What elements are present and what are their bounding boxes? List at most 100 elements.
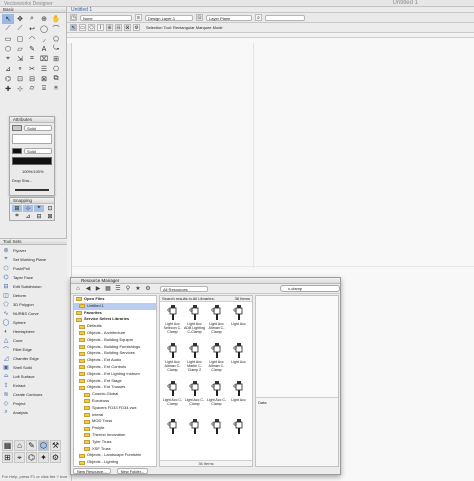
- resource-item[interactable]: Light Acc: [228, 342, 249, 379]
- tool-set-tab-icon[interactable]: ⬡: [38, 440, 49, 451]
- snap-icon[interactable]: ⊿: [23, 213, 33, 220]
- gear-icon[interactable]: ⚙: [144, 285, 152, 292]
- tool-set-item[interactable]: ⬡ Push/Pull: [2, 264, 65, 273]
- resource-item[interactable]: Light Acc Altman C-Clamp: [206, 304, 227, 341]
- basic-tool-icon[interactable]: ↩: [26, 24, 38, 34]
- basic-tool-icon[interactable]: ⌒: [50, 24, 62, 34]
- drop-shadow-label[interactable]: Drop Sha...: [12, 178, 32, 183]
- basic-tool-icon[interactable]: ⬡: [2, 44, 14, 54]
- layer-icon[interactable]: ≡: [135, 14, 142, 21]
- tree-item[interactable]: Prolyte: [74, 425, 156, 432]
- basic-tool-icon[interactable]: ⊠: [38, 74, 50, 84]
- basic-tool-icon[interactable]: ✥: [14, 14, 26, 24]
- grid-view-icon[interactable]: ▦: [104, 285, 112, 292]
- tree-item[interactable]: Objects - Building Furnishings: [74, 344, 156, 351]
- basic-tool-icon[interactable]: ⊡: [14, 74, 26, 84]
- list-view-icon[interactable]: ☰: [114, 285, 122, 292]
- tree-item[interactable]: Objects - Landscape Furnishin: [74, 452, 156, 459]
- resource-item[interactable]: Light Acc Altman C-Clamp: [162, 342, 183, 379]
- tree-item[interactable]: Service Select Libraries: [74, 316, 156, 323]
- resource-item[interactable]: Light Acc Selecon C-Clamp: [162, 304, 183, 341]
- mode-4-icon[interactable]: ⌇: [97, 24, 104, 31]
- fill-style-select[interactable]: Solid: [24, 124, 52, 131]
- basic-tool-icon[interactable]: ⚬: [14, 64, 26, 74]
- snap-icon[interactable]: ⊡: [45, 205, 55, 212]
- tree-item[interactable]: Eurotruss: [74, 398, 156, 405]
- snap-icon[interactable]: ⊠: [45, 213, 55, 220]
- basic-tool-icon[interactable]: ⊹: [14, 84, 26, 94]
- tool-set-tab-icon[interactable]: ⚙: [50, 452, 61, 463]
- tool-set-tab-icon[interactable]: ✦: [38, 452, 49, 463]
- tree-item[interactable]: MOD Truss: [74, 418, 156, 425]
- tool-set-item[interactable]: ◐ Hemisphere: [2, 327, 65, 336]
- selection-mode-icon[interactable]: ↖: [70, 24, 77, 31]
- tool-set-item[interactable]: ◿ Chamfer Edge: [2, 354, 65, 363]
- plane-select[interactable]: Layer Plane: [206, 14, 252, 21]
- tree-item[interactable]: Open Files: [74, 296, 156, 303]
- basic-tool-icon[interactable]: ⧉: [50, 74, 62, 84]
- forward-icon[interactable]: ▶: [94, 285, 102, 292]
- tool-set-item[interactable]: ⌖ Set Working Plane: [2, 255, 65, 264]
- fill-swatch[interactable]: [12, 124, 22, 131]
- tree-item[interactable]: Objects - Lighting: [74, 459, 156, 466]
- mode-7-icon[interactable]: ⊠: [124, 24, 131, 31]
- basic-tool-icon[interactable]: ↖: [2, 14, 14, 24]
- basic-tool-icon[interactable]: ☰: [38, 64, 50, 74]
- tool-set-tab-icon[interactable]: ⌖: [14, 452, 25, 463]
- tree-item[interactable]: Favorites: [74, 310, 156, 317]
- snap-icon[interactable]: ⌗: [12, 213, 22, 220]
- tool-set-tab-icon[interactable]: ▦: [2, 440, 13, 451]
- basic-tool-icon[interactable]: A: [38, 44, 50, 54]
- snap-icon[interactable]: ⊟: [34, 213, 44, 220]
- mode-5-icon[interactable]: ⊞: [106, 24, 113, 31]
- resource-item[interactable]: [206, 418, 227, 455]
- layer-select[interactable]: Design Layer-1: [145, 14, 193, 21]
- tool-set-item[interactable]: ◯ Sphere: [2, 318, 65, 327]
- tree-item[interactable]: Untitled 1: [74, 302, 156, 310]
- basic-tool-icon[interactable]: ⌕: [26, 14, 38, 24]
- new-folder-button[interactable]: New Folder...: [116, 468, 149, 474]
- tree-item[interactable]: Spacers FD33 FD34.vwx: [74, 405, 156, 412]
- home-icon[interactable]: ⌂: [74, 285, 82, 292]
- basic-tool-icon[interactable]: ◞: [38, 34, 50, 44]
- basic-tool-icon[interactable]: ⌖: [2, 54, 14, 64]
- basic-tool-icon[interactable]: ⟋: [2, 24, 14, 34]
- basic-tool-icon[interactable]: ⤿: [50, 44, 62, 54]
- basic-tool-icon[interactable]: ✋: [50, 14, 62, 24]
- basic-tool-icon[interactable]: ⍟: [50, 84, 62, 94]
- pen-swatch[interactable]: [12, 147, 22, 154]
- basic-tool-icon[interactable]: ⇲: [14, 54, 26, 64]
- snap-icon[interactable]: ⌖: [34, 205, 44, 212]
- snap-icon[interactable]: ⊹: [23, 205, 33, 212]
- tool-set-item[interactable]: ◇ Project: [2, 399, 65, 408]
- basic-tool-icon[interactable]: ⎔: [50, 64, 62, 74]
- resource-type-select[interactable]: All Resources: [160, 285, 208, 292]
- back-icon[interactable]: ◀: [84, 285, 92, 292]
- tree-item[interactable]: Interal: [74, 412, 156, 419]
- basic-tool-icon[interactable]: ✂: [26, 64, 38, 74]
- mode-2-icon[interactable]: ▭: [79, 24, 86, 31]
- tool-set-tab-icon[interactable]: ⚒: [50, 440, 61, 451]
- star-icon[interactable]: ★: [134, 285, 142, 292]
- tool-set-item[interactable]: ⌕ Analysis: [2, 408, 65, 417]
- tree-item[interactable]: Objects - Building Services: [74, 350, 156, 357]
- basic-tool-icon[interactable]: ▭: [2, 34, 14, 44]
- basic-tool-icon[interactable]: ⬠: [50, 34, 62, 44]
- tree-item[interactable]: Objects - Ent Audio: [74, 357, 156, 364]
- class-select[interactable]: None: [80, 14, 132, 21]
- resource-item[interactable]: Light Acc Martin C-Clamp 2: [184, 342, 205, 379]
- zoom-select[interactable]: [265, 14, 305, 21]
- tool-set-item[interactable]: ≋ Create Contours: [2, 390, 65, 399]
- snap-icon[interactable]: ⊞: [12, 205, 22, 212]
- basic-tool-icon[interactable]: ▢: [14, 34, 26, 44]
- basic-tool-icon[interactable]: ◯: [38, 24, 50, 34]
- tree-item[interactable]: Objects - Ent Trusses: [74, 384, 156, 391]
- tree-item[interactable]: Cosmic-Global: [74, 391, 156, 398]
- tool-set-item[interactable]: ⬠ 3D Polygon: [2, 300, 65, 309]
- basic-tool-icon[interactable]: ⊕: [38, 14, 50, 24]
- resource-item[interactable]: Light Acc C-Clamp: [184, 380, 205, 417]
- basic-tool-icon[interactable]: ⊞: [50, 54, 62, 64]
- tool-set-item[interactable]: ⊚ Flyover: [2, 246, 65, 255]
- resource-item[interactable]: Light Acc: [228, 380, 249, 417]
- basic-tool-icon[interactable]: ⟋: [14, 24, 26, 34]
